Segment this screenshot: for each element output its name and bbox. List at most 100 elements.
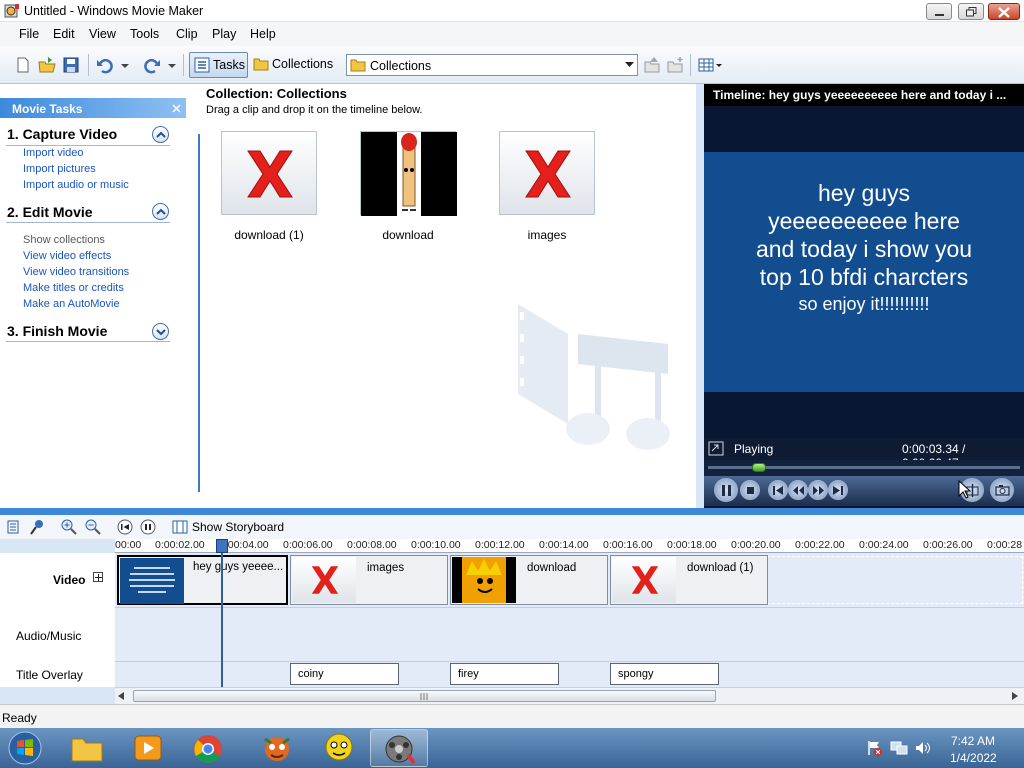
ruler-tick-label: 0:00:22.00 — [795, 539, 845, 551]
step-capture-video[interactable]: 1. Capture Video — [7, 126, 117, 142]
task-import-pictures[interactable]: Import pictures — [23, 163, 96, 175]
scroll-right-icon[interactable] — [1012, 692, 1018, 700]
timeline-divider[interactable] — [0, 508, 1024, 515]
zoom-in-icon[interactable] — [61, 519, 77, 535]
rewind-button[interactable] — [768, 480, 788, 500]
video-clip[interactable]: hey guys yeeee... — [117, 555, 288, 605]
track-labels: Video Audio/Music Title Overlay — [0, 553, 115, 687]
clock-time[interactable]: 7:42 AM — [950, 734, 996, 748]
redo-dropdown-icon[interactable] — [167, 56, 177, 74]
take-picture-button[interactable] — [990, 478, 1014, 502]
video-clip[interactable]: images — [290, 555, 448, 605]
close-window-button[interactable] — [988, 3, 1020, 20]
open-project-icon[interactable] — [38, 56, 56, 74]
new-folder-icon[interactable] — [666, 56, 684, 74]
step-edit-movie[interactable]: 2. Edit Movie — [7, 204, 93, 220]
ruler-tick-label: 0:00:28 — [987, 539, 1023, 551]
network-icon[interactable] — [890, 740, 908, 756]
collection-item-thumb[interactable] — [221, 131, 317, 215]
title-overlay-clip[interactable]: firey — [450, 663, 559, 685]
collection-item-label: download (1) — [234, 228, 304, 242]
movie-maker-app-icon[interactable] — [4, 3, 20, 19]
collapse-edit-button[interactable] — [152, 203, 169, 220]
menu-file[interactable]: File — [19, 27, 39, 41]
views-icon[interactable] — [698, 56, 724, 74]
clip-text-thumbnail — [129, 567, 175, 593]
task-view-video-transitions[interactable]: View video transitions — [23, 266, 129, 278]
pause-timeline-icon[interactable] — [140, 519, 156, 535]
title-overlay-clip[interactable]: coiny — [290, 663, 399, 685]
collections-button[interactable]: Collections — [251, 52, 339, 78]
taskbar-app-chrome[interactable] — [180, 729, 238, 767]
set-audio-levels-icon[interactable] — [6, 519, 20, 535]
preview-text-line: and today i show you — [755, 236, 973, 262]
action-center-flag-icon[interactable] — [866, 740, 882, 756]
new-project-icon[interactable] — [14, 56, 32, 74]
video-clip[interactable]: download (1) — [610, 555, 768, 605]
stop-button[interactable] — [740, 480, 760, 500]
pause-button[interactable] — [714, 478, 738, 502]
full-screen-icon[interactable] — [708, 441, 724, 456]
expand-finish-button[interactable] — [152, 323, 169, 340]
collection-item-thumb[interactable] — [360, 131, 457, 216]
preview-text-line: so enjoy it!!!!!!!!!! — [798, 294, 930, 314]
save-project-icon[interactable] — [62, 56, 80, 74]
menu-help[interactable]: Help — [250, 27, 276, 41]
playhead-handle[interactable] — [216, 539, 228, 553]
taskbar-app-movie-maker[interactable] — [370, 729, 428, 767]
menu-clip[interactable]: Clip — [176, 27, 198, 41]
collection-item-thumb[interactable] — [499, 131, 595, 215]
task-import-video[interactable]: Import video — [23, 147, 84, 159]
collection-item-label: images — [527, 228, 567, 242]
start-button[interactable] — [2, 728, 50, 768]
clock-date[interactable]: 1/4/2022 — [950, 751, 997, 765]
collapse-capture-button[interactable] — [152, 126, 169, 143]
next-frame-button[interactable] — [808, 480, 828, 500]
volume-icon[interactable] — [914, 740, 932, 756]
previous-frame-button[interactable] — [788, 480, 808, 500]
show-storyboard-button[interactable]: Show Storyboard — [166, 517, 286, 537]
restore-icon — [966, 7, 977, 17]
close-icon — [998, 7, 1010, 18]
restore-button[interactable] — [958, 3, 984, 20]
taskbar-app-media-player[interactable] — [120, 729, 178, 767]
taskbar-app-game[interactable] — [248, 729, 306, 767]
narrate-timeline-icon[interactable] — [29, 519, 45, 535]
task-make-automovie[interactable]: Make an AutoMovie — [23, 298, 120, 310]
menu-edit[interactable]: Edit — [53, 27, 75, 41]
menu-tools[interactable]: Tools — [130, 27, 159, 41]
undo-icon[interactable] — [96, 56, 114, 74]
ruler-tick-label: 0:00:10.00 — [411, 539, 461, 551]
menu-view[interactable]: View — [89, 27, 116, 41]
task-view-video-effects[interactable]: View video effects — [23, 250, 111, 262]
task-import-audio[interactable]: Import audio or music — [23, 179, 129, 191]
timeline-ruler[interactable]: 00:00 0:00:02.00 0:00:04.00 0:00:06.00 0… — [115, 539, 1024, 553]
scroll-left-icon[interactable] — [118, 692, 124, 700]
timeline-tracks[interactable]: hey guys yeeee... images download downlo… — [115, 539, 1024, 687]
rewind-timeline-icon[interactable] — [117, 519, 133, 535]
redo-icon[interactable] — [143, 56, 161, 74]
up-one-level-icon[interactable] — [643, 56, 661, 74]
collection-dropdown[interactable]: Collections — [346, 54, 638, 76]
task-make-titles[interactable]: Make titles or credits — [23, 282, 124, 294]
undo-dropdown-icon[interactable] — [120, 56, 130, 74]
video-clip[interactable]: download — [450, 555, 608, 605]
close-pane-icon[interactable] — [172, 104, 181, 113]
cartoon-character-icon — [264, 737, 290, 761]
collection-item-label: download — [382, 228, 434, 242]
taskbar-app-buddy[interactable] — [310, 729, 368, 767]
menu-play[interactable]: Play — [212, 27, 236, 41]
taskbar-app-explorer[interactable] — [58, 729, 116, 767]
fast-forward-button[interactable] — [828, 480, 848, 500]
expand-video-track-button[interactable] — [93, 572, 103, 582]
scrollbar-thumb[interactable] — [133, 690, 716, 702]
zoom-out-icon[interactable] — [85, 519, 101, 535]
minimize-button[interactable] — [926, 3, 952, 20]
seek-handle[interactable] — [751, 463, 766, 472]
preview-screen[interactable]: hey guys yeeeeeeeeee here and today i sh… — [704, 152, 1024, 392]
seek-bar[interactable] — [704, 460, 1024, 476]
title-overlay-clip[interactable]: spongy — [610, 663, 719, 685]
timeline-horizontal-scrollbar[interactable] — [115, 687, 1024, 704]
tasks-button[interactable]: Tasks — [189, 52, 248, 78]
step-finish-movie[interactable]: 3. Finish Movie — [7, 323, 107, 339]
